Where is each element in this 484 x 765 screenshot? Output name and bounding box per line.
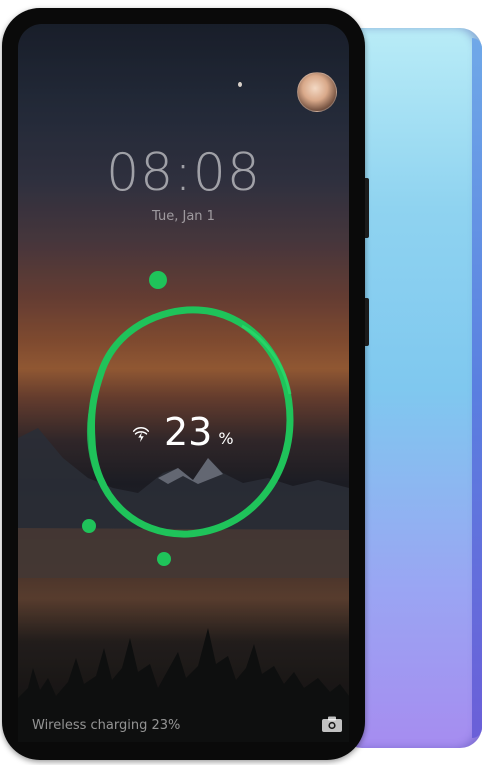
camera-icon[interactable] — [321, 715, 343, 733]
battery-percent-sign: % — [218, 429, 234, 448]
charge-particle — [149, 271, 167, 289]
moon — [238, 82, 242, 87]
charging-ring-graphic — [82, 271, 294, 566]
volume-button — [365, 178, 369, 238]
phone-back-edge — [472, 38, 482, 738]
charge-particle — [82, 519, 96, 533]
battery-percent-value: 23 — [164, 410, 213, 454]
charge-particle — [157, 552, 171, 566]
lock-date: Tue, Jan 1 — [152, 209, 215, 224]
power-button — [365, 298, 369, 346]
charging-status-text: Wireless charging 23% — [32, 718, 181, 733]
charge-readout: 23 % — [130, 410, 234, 454]
user-avatar[interactable] — [297, 72, 337, 112]
lock-clock: 08:08 — [106, 143, 261, 203]
device-mockup: 08:08 Tue, Jan 1 23 % Wireless charging … — [0, 0, 484, 765]
wireless-charging-icon — [132, 426, 150, 443]
phone-front-view: 08:08 Tue, Jan 1 23 % Wireless charging … — [2, 8, 369, 760]
